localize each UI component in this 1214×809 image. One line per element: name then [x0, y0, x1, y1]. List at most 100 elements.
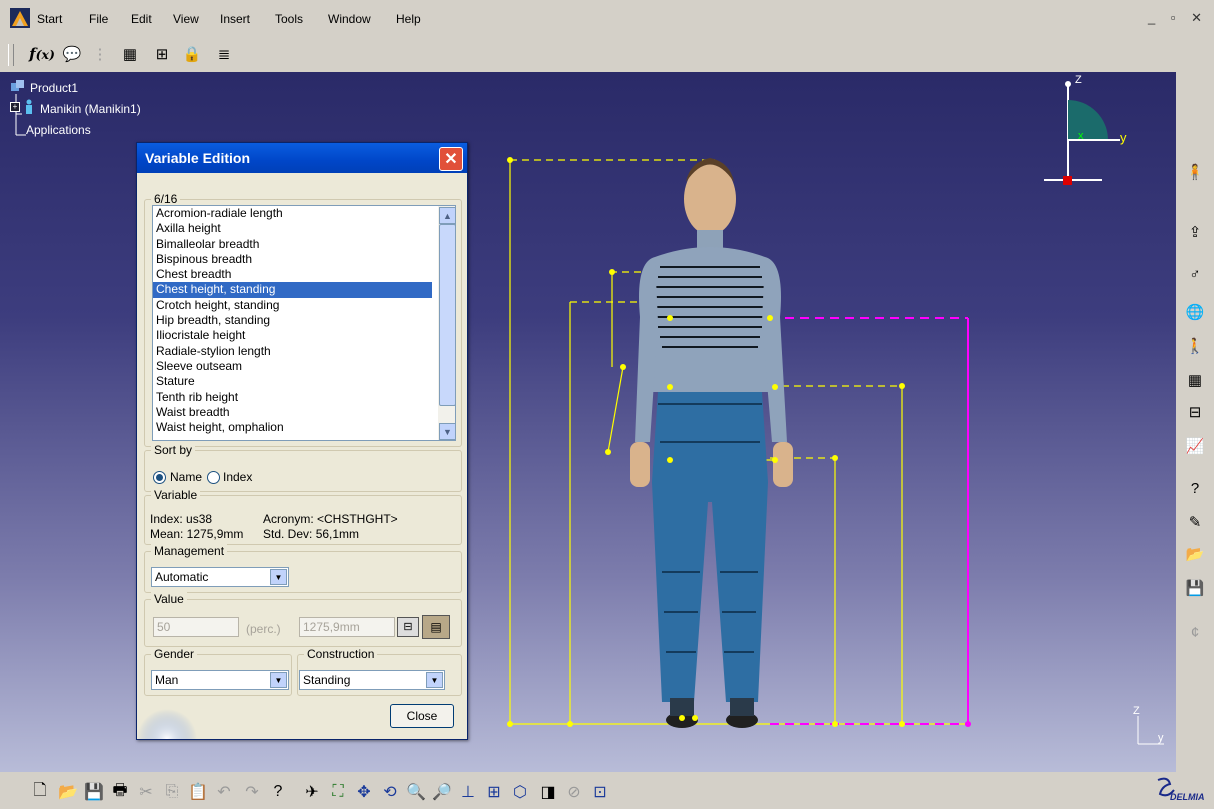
list-item[interactable]: Radiale-stylion length — [153, 344, 432, 359]
dialog-title-bar[interactable]: Variable Edition ✕ — [137, 143, 467, 173]
menu-tools[interactable]: Tools — [275, 12, 303, 26]
tree-manikin[interactable]: Manikin (Manikin1) — [40, 102, 141, 116]
whats-this-icon[interactable]: ? — [266, 780, 290, 804]
tree-expand-icon[interactable]: + — [10, 102, 20, 112]
list-item[interactable]: Acromion-radiale length — [153, 206, 432, 221]
zoom-out-icon[interactable]: 🔎 — [430, 780, 454, 804]
menu-edit[interactable]: Edit — [131, 12, 152, 26]
sort-index-radio[interactable] — [207, 471, 220, 484]
list-item[interactable]: Iliocristale height — [153, 328, 432, 343]
undo-icon[interactable]: ↶ — [212, 780, 236, 804]
close-icon[interactable]: ✕ — [439, 147, 463, 171]
fly-mode-icon[interactable]: ✈ — [300, 780, 324, 804]
list-item[interactable]: Sleeve outseam — [153, 359, 432, 374]
disabled-tool-icon[interactable]: ¢ — [1182, 620, 1208, 644]
grid-table-icon[interactable]: ▦ — [1182, 368, 1208, 392]
sort-name-label[interactable]: Name — [170, 470, 202, 484]
manikin-model[interactable] — [490, 142, 990, 742]
render-style-icon[interactable]: ◨ — [536, 780, 560, 804]
fit-all-icon[interactable]: ⛶ — [326, 780, 350, 804]
list-item[interactable]: Waist breadth — [153, 405, 432, 420]
pan-icon[interactable]: ✥ — [352, 780, 376, 804]
globe-icon[interactable]: 🌐 — [1182, 300, 1208, 324]
chevron-down-icon[interactable]: ▼ — [426, 672, 443, 688]
print-icon[interactable]: 🖶 — [108, 780, 132, 804]
app-logo-icon[interactable] — [10, 8, 30, 28]
data-table-icon[interactable]: ⊟ — [1182, 400, 1208, 424]
save-icon[interactable]: 💾 — [82, 780, 106, 804]
redo-icon[interactable]: ↷ — [240, 780, 264, 804]
normal-view-icon[interactable]: ⊥ — [456, 780, 480, 804]
gender-label: Gender — [151, 647, 198, 661]
list-item[interactable]: Hip breadth, standing — [153, 313, 432, 328]
gender-select[interactable]: Man ▼ — [151, 670, 289, 690]
new-icon[interactable]: 🗋 — [28, 780, 52, 804]
menu-view[interactable]: View — [173, 12, 199, 26]
sort-name-radio[interactable] — [153, 471, 166, 484]
percentile-value: 50 — [157, 620, 171, 634]
variable-acronym: Acronym: <CHSTHGHT> — [263, 512, 398, 526]
open-icon[interactable]: 📂 — [56, 780, 80, 804]
scroll-up-icon[interactable]: ▲ — [439, 207, 455, 224]
formula-icon[interactable]: f (x) — [29, 42, 55, 66]
construction-select[interactable]: Standing ▼ — [299, 670, 445, 690]
menu-help[interactable]: Help — [396, 12, 421, 26]
gender-icon[interactable]: ♂ — [1182, 262, 1208, 286]
list-item[interactable]: Bimalleolar breadth — [153, 237, 432, 252]
cut-icon[interactable]: ✂ — [134, 780, 158, 804]
close-button[interactable]: Close — [390, 704, 454, 728]
list-item[interactable]: Waist height, omphalion — [153, 420, 432, 435]
menu-start[interactable]: Start — [37, 12, 62, 26]
edit-icon[interactable]: ✎ — [1182, 510, 1208, 534]
paste-icon[interactable]: 📋 — [186, 780, 210, 804]
chart-icon[interactable]: 📈 — [1182, 434, 1208, 458]
menu-insert[interactable]: Insert — [220, 12, 250, 26]
tree-applications[interactable]: Applications — [26, 123, 91, 137]
iso-view-icon[interactable]: ⬡ — [508, 780, 532, 804]
list-item[interactable]: Stature — [153, 374, 432, 389]
parameter-list-icon[interactable]: ≣ — [212, 42, 236, 66]
list-item[interactable]: Bispinous breadth — [153, 252, 432, 267]
toolbar-grip[interactable] — [8, 44, 14, 66]
hide-show-icon[interactable]: ⊘ — [562, 780, 586, 804]
copy-icon[interactable]: ⎘ — [160, 780, 184, 804]
list-item[interactable]: Chest breadth — [153, 267, 432, 282]
scroll-down-icon[interactable]: ▼ — [439, 423, 455, 440]
zoom-in-icon[interactable]: 🔍 — [404, 780, 428, 804]
manikin-posture-icon[interactable]: 🧍 — [1182, 160, 1208, 184]
chevron-down-icon[interactable]: ▼ — [270, 569, 287, 585]
help-icon[interactable]: ? — [1182, 476, 1208, 500]
list-item[interactable]: Crotch height, standing — [153, 298, 432, 313]
list-item[interactable]: Chest height, standing — [153, 282, 432, 298]
multi-view-icon[interactable]: ⊞ — [482, 780, 506, 804]
menu-file[interactable]: File — [89, 12, 108, 26]
table-icon[interactable]: ▦ — [118, 42, 142, 66]
calculator-icon[interactable]: ⊟ — [397, 617, 419, 637]
comment-icon[interactable]: 💬 — [60, 42, 84, 66]
percentile-input[interactable]: 50 — [153, 617, 239, 637]
tree-product1[interactable]: Product1 — [30, 81, 78, 95]
tree-structure-icon[interactable]: ⊞ — [150, 42, 174, 66]
open-folder-icon[interactable]: 📂 — [1182, 542, 1208, 566]
knowledge-icon[interactable]: ⋮ — [88, 42, 112, 66]
scroll-thumb[interactable] — [439, 224, 455, 406]
rotate-icon[interactable]: ⟲ — [378, 780, 402, 804]
calculate-icon[interactable]: ▤ — [422, 615, 450, 639]
list-item[interactable]: Tenth rib height — [153, 390, 432, 405]
sort-index-label[interactable]: Index — [223, 470, 252, 484]
export-icon[interactable]: ⇪ — [1182, 220, 1208, 244]
list-scrollbar[interactable]: ▲ ▼ — [438, 206, 455, 440]
list-item[interactable]: Axilla height — [153, 221, 432, 236]
menu-window[interactable]: Window — [328, 12, 371, 26]
save-icon[interactable]: 💾 — [1182, 576, 1208, 600]
management-select[interactable]: Automatic ▼ — [151, 567, 289, 587]
mm-input[interactable]: 1275,9mm — [299, 617, 395, 637]
window-controls[interactable]: _ ▫ ✕ — [1148, 10, 1208, 26]
chevron-down-icon[interactable]: ▼ — [270, 672, 287, 688]
management-label: Management — [151, 544, 228, 558]
lock-icon[interactable]: 🔒 — [180, 42, 204, 66]
manikin-small-icon[interactable]: 🚶 — [1182, 334, 1208, 358]
variable-list[interactable]: Acromion-radiale length Axilla height Bima… — [152, 205, 456, 441]
swap-visible-icon[interactable]: ⊡ — [588, 780, 612, 804]
compass-axis[interactable] — [1040, 72, 1150, 192]
